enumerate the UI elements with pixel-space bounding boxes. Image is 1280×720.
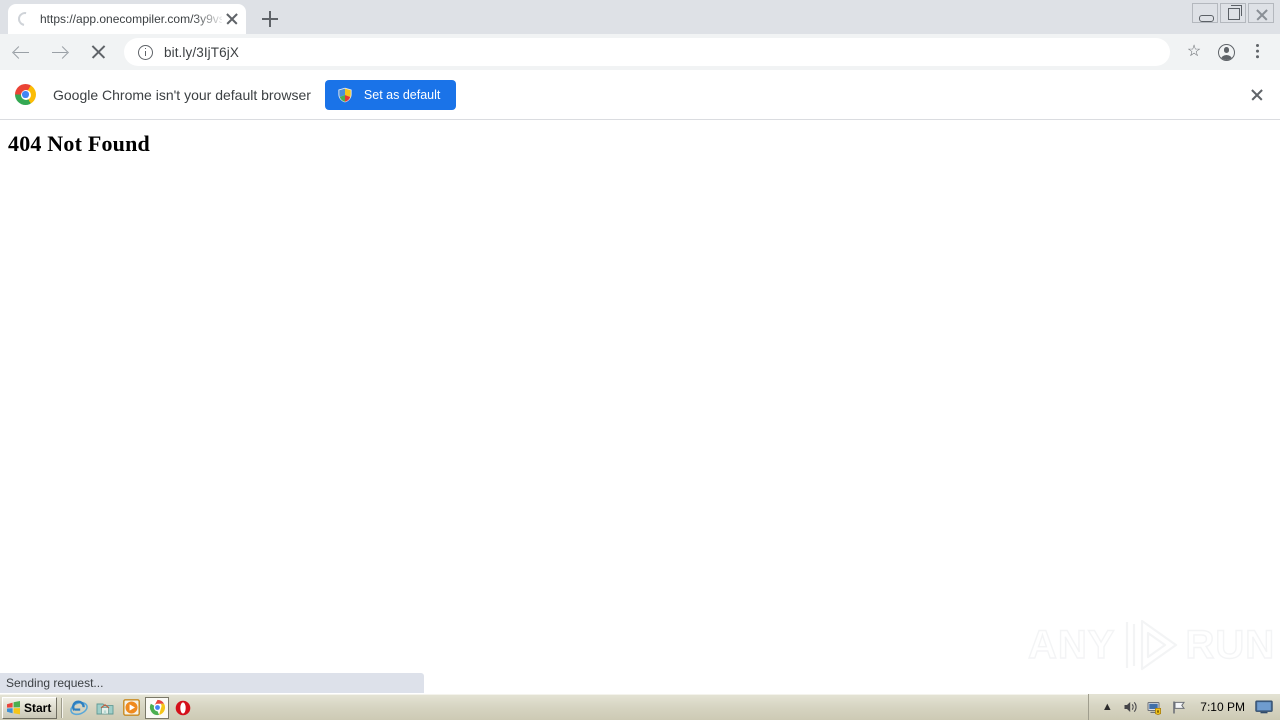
stop-button[interactable] xyxy=(82,36,114,68)
taskbar-item-internet-explorer[interactable] xyxy=(67,697,91,719)
show-hidden-icons-button[interactable]: ▲ xyxy=(1098,698,1116,716)
watermark-text-run: RUN xyxy=(1185,622,1276,667)
window-minimize-button[interactable] xyxy=(1192,3,1218,23)
tab-loading-spinner-icon xyxy=(15,9,35,29)
chrome-logo-icon xyxy=(15,84,36,105)
taskbar-separator xyxy=(61,697,64,718)
forward-button[interactable] xyxy=(44,36,76,68)
browser-window: https://app.onecompiler.com/3y9vs bit.ly… xyxy=(0,0,1280,720)
taskbar-item-google-chrome[interactable] xyxy=(145,696,170,719)
infobar-message: Google Chrome isn't your default browser xyxy=(53,86,311,103)
close-x-icon xyxy=(91,45,105,59)
watermark-text-any: ANY xyxy=(1027,622,1116,667)
window-close-button[interactable] xyxy=(1248,3,1274,23)
browser-tab[interactable]: https://app.onecompiler.com/3y9vs xyxy=(8,4,246,34)
star-icon: ☆ xyxy=(1186,43,1202,60)
tab-title: https://app.onecompiler.com/3y9vs xyxy=(40,12,222,26)
folder-explorer-icon xyxy=(96,703,114,714)
bookmark-button[interactable]: ☆ xyxy=(1178,36,1210,68)
new-tab-button[interactable] xyxy=(258,7,282,31)
start-button[interactable]: Start xyxy=(2,696,58,719)
set-as-default-button[interactable]: Set as default xyxy=(324,79,457,110)
url-text: bit.ly/3IjT6jX xyxy=(164,44,239,60)
three-dots-vertical-icon xyxy=(1256,44,1260,48)
address-bar[interactable]: bit.ly/3IjT6jX xyxy=(124,38,1170,66)
system-tray: ▲ 7:10 PM xyxy=(1088,694,1280,720)
chrome-icon xyxy=(149,699,165,716)
internet-explorer-icon xyxy=(70,700,89,715)
chrome-menu-button[interactable] xyxy=(1242,36,1274,68)
infobar-close-icon[interactable] xyxy=(1249,87,1265,103)
account-avatar-icon xyxy=(1218,44,1235,61)
window-controls xyxy=(1190,2,1274,24)
display-monitor-icon[interactable] xyxy=(1255,698,1273,716)
windows-shield-icon xyxy=(337,87,353,103)
browser-toolbar: bit.ly/3IjT6jX ☆ xyxy=(0,34,1280,70)
taskbar-item-windows-explorer[interactable] xyxy=(93,697,117,719)
set-as-default-label: Set as default xyxy=(363,87,441,102)
taskbar-item-opera-browser[interactable] xyxy=(171,697,195,719)
page-viewport: 404 Not Found ANY RUN xyxy=(0,121,1280,673)
arrow-left-icon xyxy=(14,46,29,59)
clock[interactable]: 7:10 PM xyxy=(1200,700,1245,714)
media-player-icon xyxy=(122,699,140,716)
page-title: 404 Not Found xyxy=(8,131,150,156)
network-security-icon[interactable] xyxy=(1146,698,1164,716)
profile-button[interactable] xyxy=(1210,36,1242,68)
quick-launch-bar xyxy=(67,696,197,719)
tab-strip: https://app.onecompiler.com/3y9vs xyxy=(0,0,1280,34)
window-restore-button[interactable] xyxy=(1220,3,1246,23)
taskbar-item-windows-media-player[interactable] xyxy=(119,697,143,719)
anyrun-play-logo-icon xyxy=(1119,617,1181,673)
arrow-right-icon xyxy=(52,46,67,59)
windows-flag-icon xyxy=(6,700,21,715)
tab-close-icon[interactable] xyxy=(224,11,240,27)
info-circle-icon[interactable] xyxy=(138,44,153,60)
back-button[interactable] xyxy=(6,36,38,68)
chevron-up-icon: ▲ xyxy=(1101,701,1113,713)
start-button-label: Start xyxy=(24,700,52,715)
opera-icon xyxy=(176,700,191,715)
volume-icon[interactable] xyxy=(1122,698,1140,716)
security-center-flag-icon[interactable] xyxy=(1170,698,1188,716)
anyrun-watermark: ANY RUN xyxy=(1027,614,1275,673)
default-browser-infobar: Google Chrome isn't your default browser… xyxy=(0,70,1280,120)
status-bubble: Sending request... xyxy=(0,673,424,693)
toolbar-actions: ☆ xyxy=(1178,36,1274,68)
status-text: Sending request... xyxy=(6,676,104,690)
